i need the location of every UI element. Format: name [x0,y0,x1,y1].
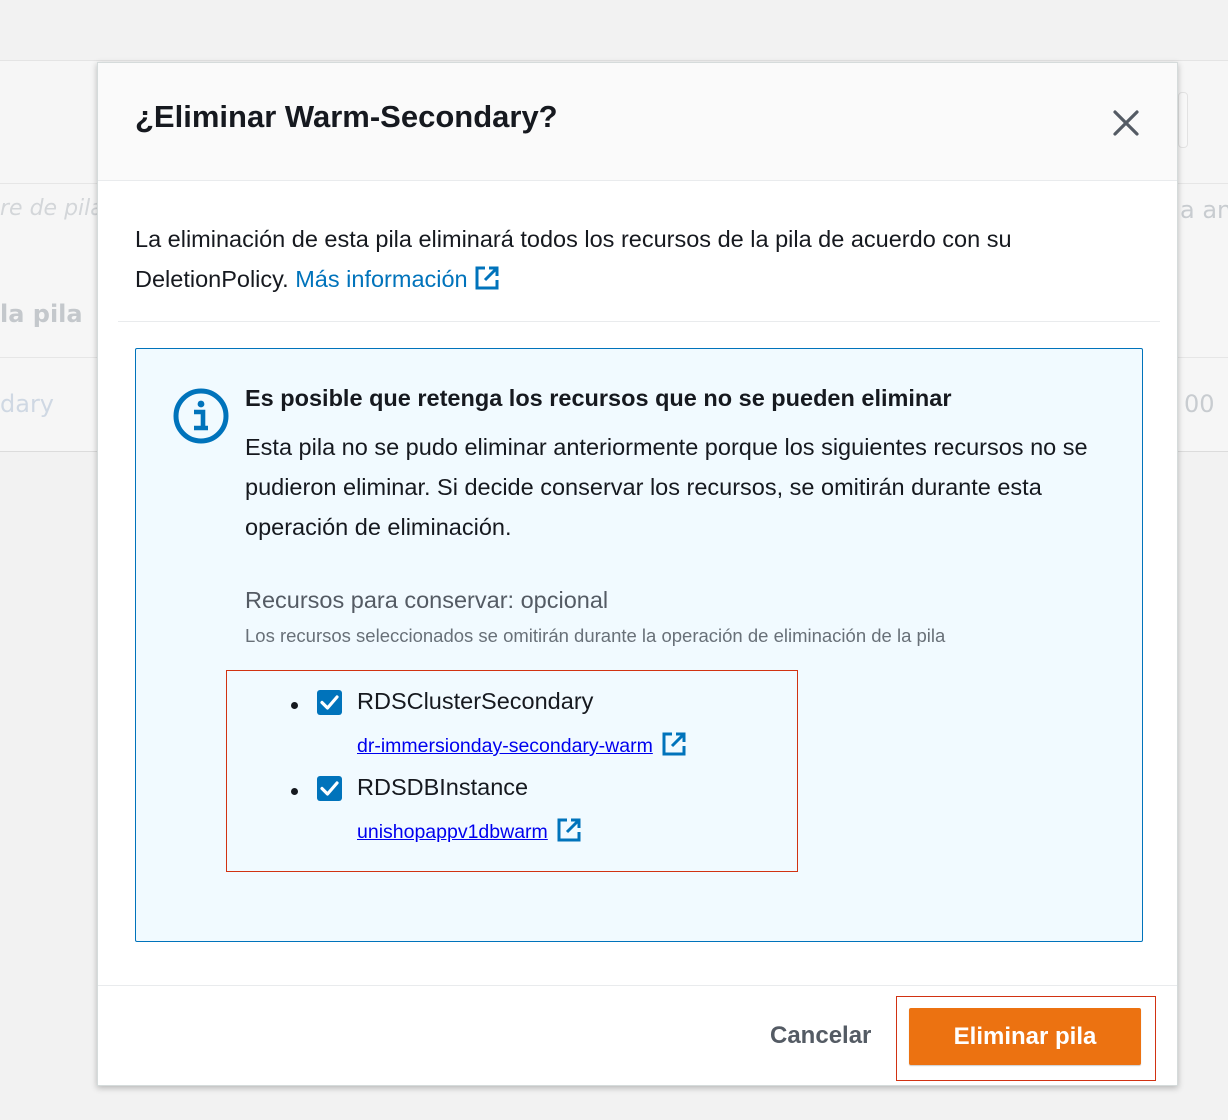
info-icon [172,387,230,445]
close-button[interactable] [1104,101,1148,145]
delete-stack-button[interactable]: Eliminar pila [909,1008,1141,1065]
modal-title: ¿Eliminar Warm-Secondary? [135,99,558,134]
external-link-icon[interactable] [661,731,687,757]
checkbox-checked-icon [320,781,339,796]
background-search-placeholder: re de pila [0,196,104,221]
cancel-button[interactable]: Cancelar [750,1011,891,1061]
resource-checkbox-rdsdbinstance[interactable] [317,776,342,801]
close-icon [1113,110,1139,136]
bullet [291,788,298,795]
bullet [291,702,298,709]
background-stack-name: dary [0,390,55,418]
background-column-header: la pila [0,300,83,328]
footer-divider [98,985,1177,986]
intro-text: La eliminación de esta pila eliminará to… [135,226,1012,292]
resource-name: RDSDBInstance [357,774,529,800]
resource-link[interactable]: unishopappv1dbwarm [357,821,548,843]
alert-title: Es posible que retenga los recursos que … [245,385,952,411]
resource-link[interactable]: dr-immersionday-secondary-warm [357,735,653,757]
delete-stack-modal: ¿Eliminar Warm-Secondary? La eliminación… [97,62,1178,1086]
modal-intro: La eliminación de esta pila eliminará to… [135,219,1135,299]
learn-more-label: Más información [295,266,468,292]
resources-field-description: Los recursos seleccionados se omitirán d… [245,625,946,646]
modal-header: ¿Eliminar Warm-Secondary? [98,63,1177,181]
info-alert: Es posible que retenga los recursos que … [135,348,1143,942]
delete-button-highlight: Eliminar pila [896,996,1156,1081]
alert-body: Esta pila no se pudo eliminar anteriorme… [245,434,1088,540]
background-filter-text: a anid [1180,196,1228,224]
resource-link-wrapper: dr-immersionday-secondary-warm [357,731,687,758]
checkbox-checked-icon [320,695,339,710]
resource-checkbox-rdsclustersecondary[interactable] [317,690,342,715]
resource-link-wrapper: unishopappv1dbwarm [357,817,582,844]
background-button [1178,92,1188,148]
learn-more-link[interactable]: Más información [295,266,499,292]
background-row-value: 00 [1184,390,1215,418]
external-link-icon [475,266,499,290]
resource-name: RDSClusterSecondary [357,688,594,714]
section-divider [118,321,1160,322]
external-link-icon[interactable] [556,817,582,843]
resources-field-label: Recursos para conservar: opcional [245,587,609,613]
resources-to-retain: RDSClusterSecondary dr-immersionday-seco… [226,670,798,872]
